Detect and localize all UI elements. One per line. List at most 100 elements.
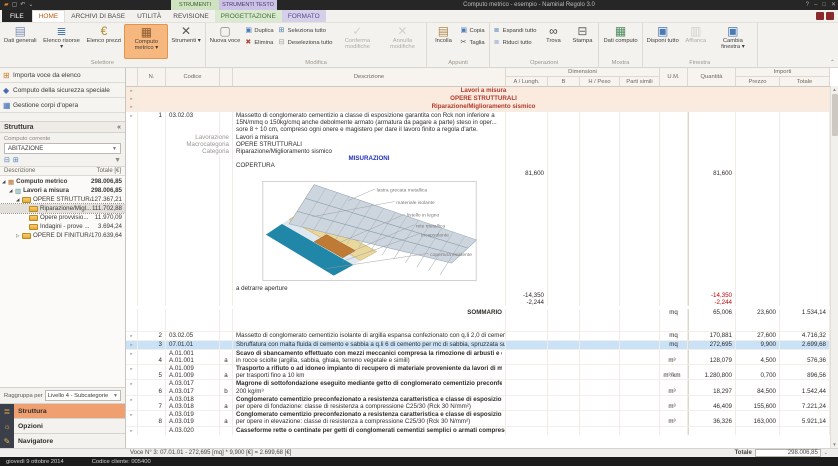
app-icon[interactable]: ▰	[4, 2, 9, 8]
ribbon-button-cambia-finestra[interactable]: ▣ Cambia finestra ▾	[711, 24, 755, 59]
grid-row-item[interactable]: ▸ 8 A.03.019 A.03.019 a Conglomerato cementiz…	[126, 410, 830, 426]
tree-item-computo-metrico[interactable]: ◢ ▦ Computo metrico 298.006,85	[0, 177, 125, 186]
ribbon-button-deseleziona-tutto[interactable]: ⊟ Deseleziona tutto	[277, 37, 335, 48]
grid-row-item[interactable]: ▸ 4 A.01.001 A.01.001 a Scavo di sbancamento …	[126, 348, 830, 365]
ribbon-group-modifica: ▢ Nuova voce ▣ Duplica ✖ Elimina ⊞ Seleziona tu…	[206, 23, 428, 67]
tab-archivi-di-base[interactable]: ARCHIVI DI BASE	[65, 10, 131, 22]
tree-item-opere-provvisio[interactable]: Opere provvisio... 11.970,09	[0, 213, 125, 222]
tab-file[interactable]: FILE	[2, 10, 32, 22]
chevron-down-icon[interactable]: ⌄	[824, 450, 828, 456]
header-totale[interactable]: Totale	[780, 77, 830, 86]
tab-revisione[interactable]: REVISIONE	[167, 10, 214, 22]
header-quantita[interactable]: Quantità	[688, 68, 736, 86]
grid-row-item[interactable]: ▸ 7 A.03.018 A.03.018 a Conglomerato cementiz…	[126, 394, 830, 411]
grid-row-item[interactable]: ▸ 2 03.02.05 Massetto di conglomerato cemen…	[126, 330, 830, 340]
collapse-panel-button[interactable]: «	[117, 124, 121, 131]
ribbon-button-computo-metrico[interactable]: ▦ Computo metrico ▾	[124, 24, 169, 59]
undo-icon[interactable]: ↶	[20, 2, 25, 8]
cell	[220, 176, 233, 285]
ribbon-button-elenco-risorse[interactable]: ≣ Elenco risorse ▾	[40, 24, 84, 59]
header-letter	[220, 68, 233, 86]
button-label: Copia	[469, 27, 485, 34]
tree-item-label: Computo metrico	[16, 178, 68, 185]
tab-home[interactable]: HOME	[31, 10, 66, 22]
cell	[506, 349, 548, 365]
tab-progettazione[interactable]: PROGETTAZIONE	[214, 10, 282, 22]
grid-row-item[interactable]: ▸ 5 A.01.009 A.01.009 a Trasporto a rifiuto o…	[126, 364, 830, 380]
cell: SOMMARIO	[233, 309, 506, 317]
sidebar-nav-navigatore[interactable]: ✎ Navigatore	[0, 433, 125, 449]
current-computo-select[interactable]: ABITAZIONE ▼	[4, 143, 121, 154]
ribbon-button-seleziona-tutto[interactable]: ⊞ Seleziona tutto	[277, 25, 335, 36]
ribbon-button-trova[interactable]: ∞ Trova	[539, 24, 567, 59]
ribbon-button-strumenti[interactable]: ✕ Strumenti ▾	[169, 24, 202, 59]
collapse-all-icon[interactable]: ⊟	[4, 156, 10, 164]
header-codice[interactable]: Codice	[166, 68, 220, 86]
expand-all-icon[interactable]: ⊞	[13, 156, 19, 164]
sidebar-tool-computo-della-sicurezza-speciale[interactable]: ◆ Computo della sicurezza speciale	[0, 83, 125, 98]
header-descrizione[interactable]: Descrizione	[233, 68, 506, 86]
filter-icon[interactable]: ▼	[114, 157, 121, 164]
ribbon-button-espandi-tutto[interactable]: ≣ Espandi tutto	[492, 25, 539, 36]
cambia-finestra-icon: ▣	[727, 24, 739, 38]
header-prezzo[interactable]: Prezzo	[736, 77, 780, 86]
scroll-down-icon[interactable]: ▼	[832, 441, 836, 448]
header-b[interactable]: B	[548, 77, 580, 86]
ribbon-button-copia[interactable]: ▣ Copia	[458, 25, 486, 36]
ribbon-button-elenco-prezzi[interactable]: € Elenco prezzi	[85, 24, 124, 59]
cell	[548, 395, 580, 411]
ribbon-button-duplica[interactable]: ▣ Duplica	[243, 25, 275, 36]
quick-access-toolbar: ▰ ▢ ↶ ⌄	[0, 0, 33, 10]
header-h-peso[interactable]: H / Peso	[580, 77, 620, 86]
tab-formato[interactable]: FORMATO	[281, 10, 326, 22]
ribbon-button-incolla[interactable]: ▤ Incolla	[429, 24, 457, 59]
close-button[interactable]: ✕	[831, 2, 836, 8]
sidebar-nav-struttura[interactable]: ≣ Struttura	[0, 403, 125, 419]
sidebar-tool-gestione-corpi-d-opera[interactable]: ▦ Gestione corpi d'opera	[0, 98, 125, 113]
ribbon-button-elimina[interactable]: ✖ Elimina	[243, 37, 275, 48]
collapse-ribbon-icon[interactable]: ⌃	[830, 59, 835, 66]
contextual-tab-strumenti-testo: STRUMENTI TESTO	[219, 0, 277, 10]
line: 36,326	[713, 418, 732, 426]
tree-item-opere-strutturali[interactable]: ◢OPERE STRUTTURALI127.367,21	[0, 195, 125, 204]
vertical-scrollbar[interactable]: ▲ ▼	[830, 86, 838, 448]
grid-row-item[interactable]: ▸ 1 03.02.03 Massetto di conglomerato cemen…	[126, 111, 830, 134]
ribbon-button-dati-computo[interactable]: ▦ Dati computo	[601, 24, 639, 59]
cell	[506, 284, 548, 293]
header-um[interactable]: U.M.	[660, 68, 688, 86]
ribbon-button-dati-generali[interactable]: ▤ Dati generali	[2, 24, 39, 59]
qat-menu-icon[interactable]: ⌄	[28, 2, 33, 8]
cell	[506, 155, 548, 163]
group-by-select[interactable]: Livello 4 - Subcategorie ▼	[44, 390, 121, 401]
cell	[548, 284, 580, 293]
cell: Casseforme rette o centinate per getti d…	[233, 426, 506, 435]
sidebar-nav-opzioni[interactable]: ☼ Opzioni	[0, 418, 125, 434]
tree-item-indagini-prove[interactable]: Indagini - prove ... 3.694,24	[0, 222, 125, 231]
sidebar-tool-importa-voce-da-elenco[interactable]: ⊞ Importa voce da elenco	[0, 68, 125, 83]
ribbon-button-disponi-tutto[interactable]: ▣ Disponi tutto	[645, 24, 681, 59]
ribbon-button-taglia[interactable]: ✂ Taglia	[458, 37, 486, 48]
tree-item-riparazione-migl[interactable]: Riparazione/Migl... 111.702,88	[0, 203, 125, 214]
grid-body: ▸ Lavori a misura ▸ OPERE STRUTTURALI ▸ Ripar…	[126, 87, 830, 448]
header-parti-simili[interactable]: Parti simili	[620, 77, 660, 86]
scrollbar-thumb[interactable]	[831, 94, 838, 136]
save-icon[interactable]: ▢	[12, 2, 18, 8]
grid-row-item[interactable]: ▸ 6 A.03.017 A.03.017 b Magrone di sottofonda…	[126, 379, 830, 395]
cell: Conglomerato cementizio preconfezionato …	[233, 411, 506, 426]
ribbon-button-riduci-tutto[interactable]: ≣ Riduci tutto	[492, 37, 539, 48]
ribbon-button-nuova-voce[interactable]: ▢ Nuova voce	[208, 24, 243, 59]
tab-utilità[interactable]: UTILITÀ	[131, 10, 167, 22]
cell: 163,000	[736, 411, 780, 426]
ribbon-button-stampa[interactable]: ⊟ Stampa	[568, 24, 596, 59]
scroll-up-icon[interactable]: ▲	[832, 86, 836, 93]
tree-item-lavori-a-misura[interactable]: ◢ ▥ Lavori a misura 298.006,85	[0, 186, 125, 195]
tree-item-opere-di-finitura[interactable]: ▷ OPERE DI FINITURA 170.639,64	[0, 231, 125, 240]
contextual-label: STRUMENTI TESTO	[222, 2, 274, 8]
header-n[interactable]: N.	[138, 68, 166, 86]
header-a-lungh[interactable]: A / Lungh.	[506, 77, 548, 86]
help-button[interactable]: ?	[806, 2, 809, 8]
grid-row-item[interactable]: ▸ A.03.020 Casseforme rette o centinate pe…	[126, 425, 830, 435]
maximize-button[interactable]: □	[822, 2, 826, 8]
grid-row-item[interactable]: ▸ 3 07.01.01 Sbruffatura con malta fluida d…	[126, 339, 830, 349]
minimize-button[interactable]: –	[814, 2, 817, 8]
